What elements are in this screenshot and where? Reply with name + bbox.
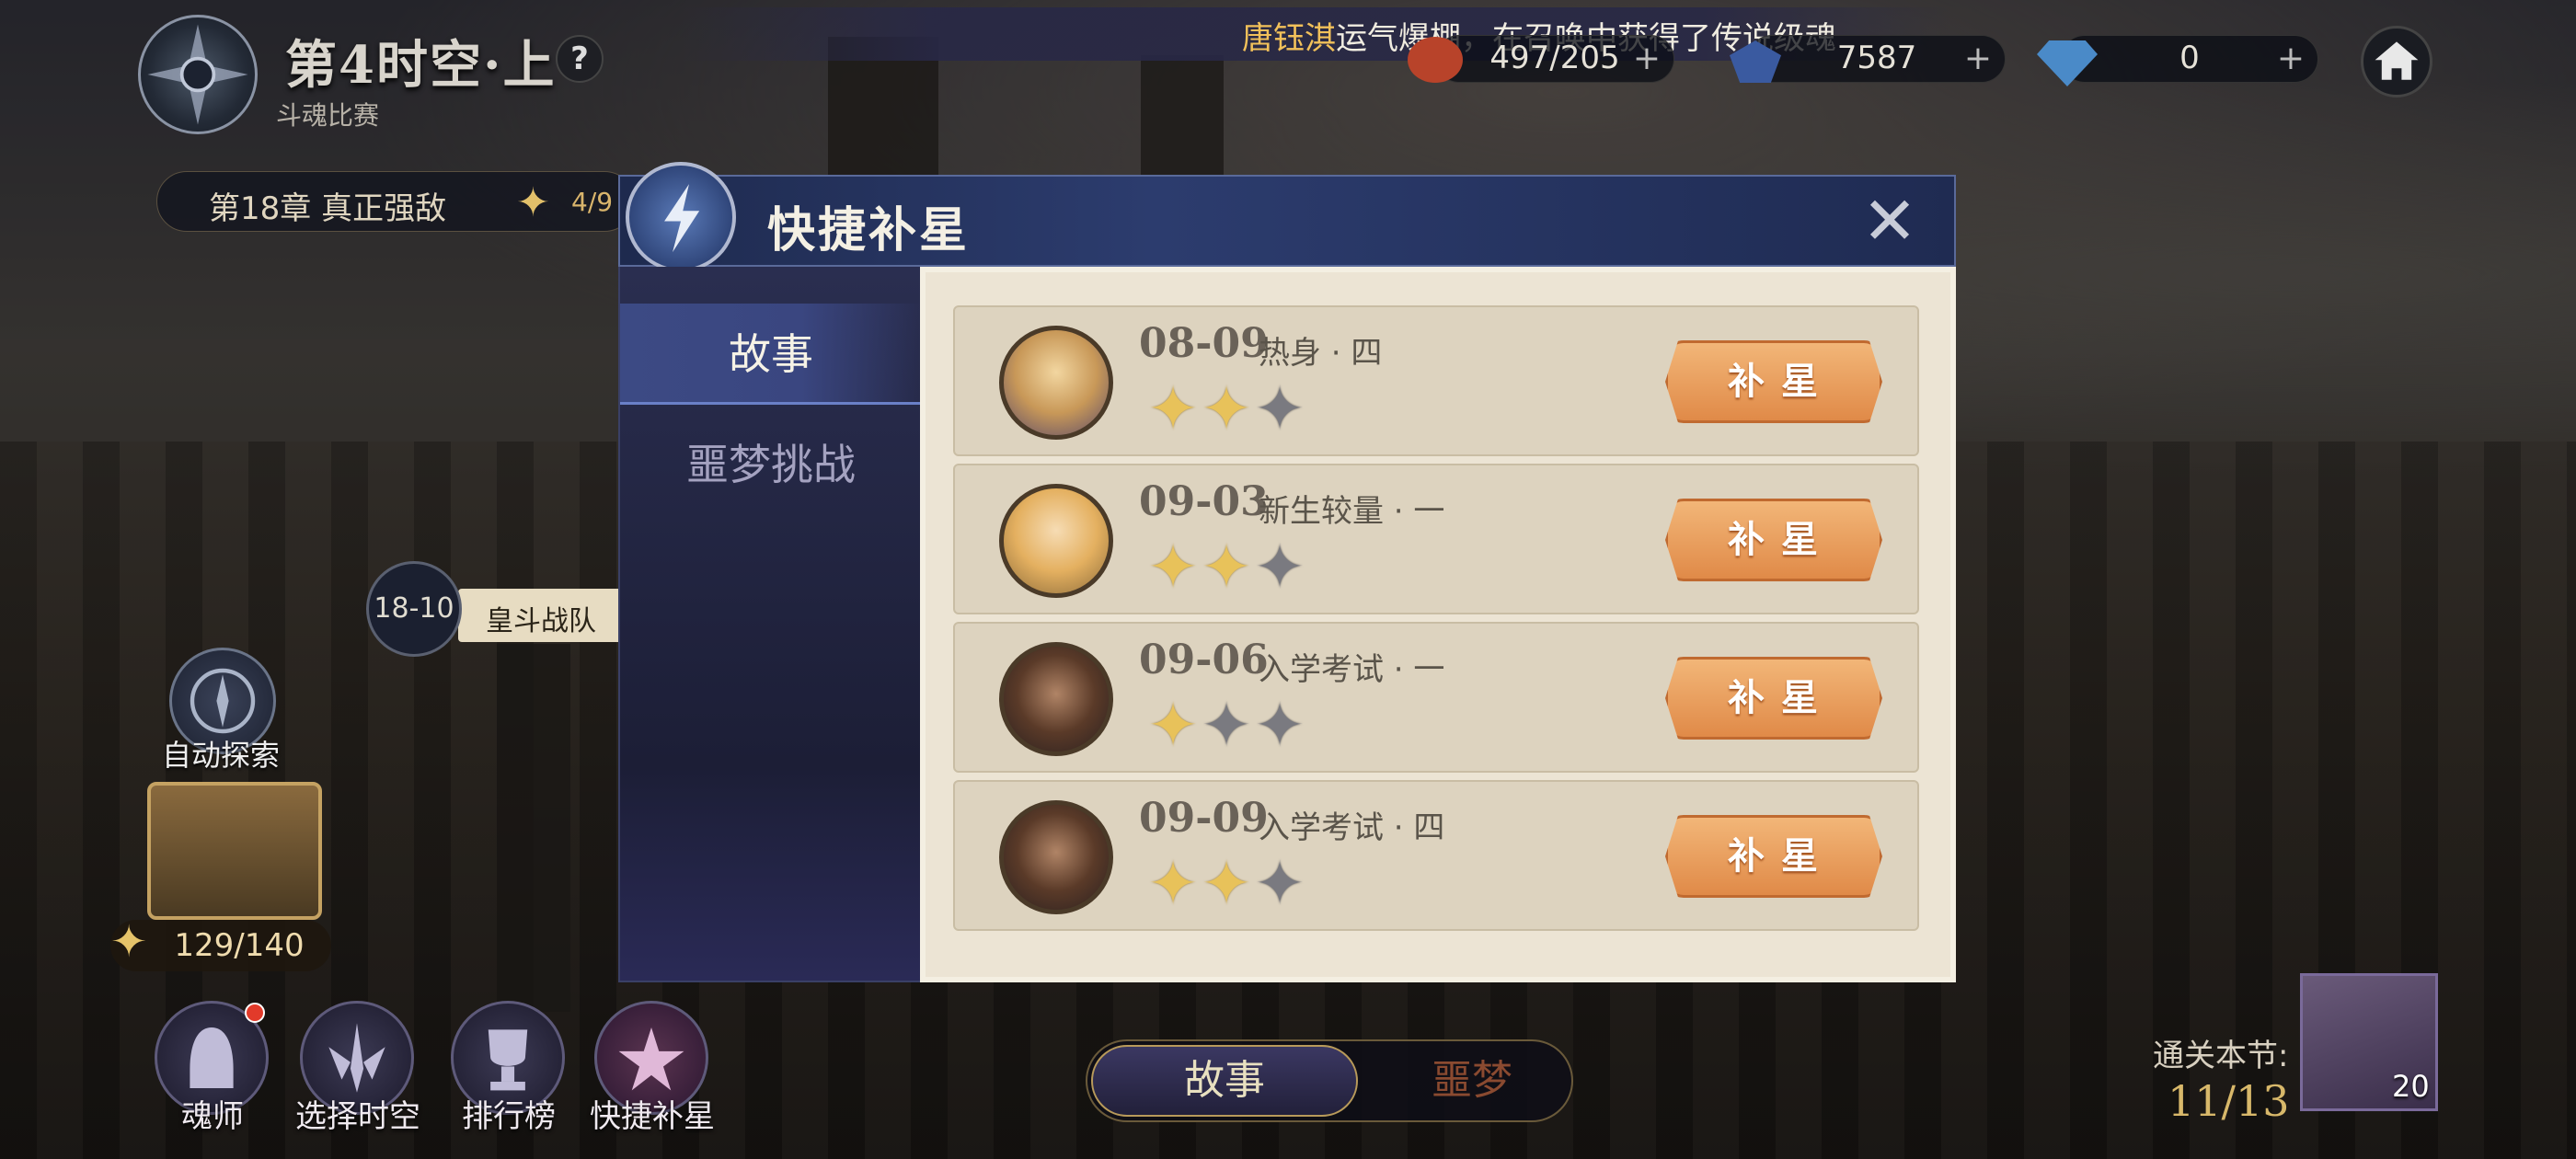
fill-star-button[interactable]: 补星 xyxy=(1665,340,1882,423)
mode-story-tab[interactable]: 故事 xyxy=(1091,1045,1358,1117)
close-button[interactable]: ✕ xyxy=(1857,188,1923,256)
stage-code: 09-06 xyxy=(1139,637,1269,683)
resource-crystal[interactable]: 7587 + xyxy=(1748,35,2006,83)
list-item: 09-03 新生较量 · 一 ✦ ✦ ✦ 补星 xyxy=(953,464,1919,614)
tab-story[interactable]: 故事 xyxy=(620,304,922,405)
plus-icon[interactable]: + xyxy=(1964,40,1992,77)
star-rating: ✦ ✦ ✦ xyxy=(1144,537,1305,598)
stage-code: 08-09 xyxy=(1139,320,1269,367)
list-item: 09-06 入学考试 · 一 ✦ ✦ ✦ 补星 xyxy=(953,622,1919,773)
notification-dot xyxy=(245,1003,265,1023)
era-title: 第4时空·上 xyxy=(285,35,557,96)
star-filled-icon: ✦ xyxy=(1147,373,1199,444)
star-empty-icon: ✦ xyxy=(1254,373,1305,444)
character-avatar xyxy=(999,484,1113,598)
tab-nightmare-challenge[interactable]: 噩梦挑战 xyxy=(620,414,922,515)
help-button[interactable]: ? xyxy=(556,35,604,83)
plus-icon[interactable]: + xyxy=(1633,40,1661,77)
star-filled-icon: ✦ xyxy=(1201,373,1252,444)
close-icon: ✕ xyxy=(1861,182,1918,259)
quick-star-dialog: 快捷补星 ✕ 故事 噩梦挑战 08-09 热身 · 四 ✦ ✦ ✦ 补星 09-03… xyxy=(618,162,1956,982)
home-icon xyxy=(2375,41,2419,80)
mode-nightmare-tab[interactable]: 噩梦 xyxy=(1380,1045,1564,1117)
star-filled-icon: ✦ xyxy=(1147,690,1199,761)
section-clear-label: 通关本节: xyxy=(2153,1038,2289,1074)
nav-label: 选择时空 xyxy=(295,1098,420,1135)
star-filled-icon: ✦ xyxy=(1147,848,1199,919)
dialog-stage-list: 08-09 热身 · 四 ✦ ✦ ✦ 补星 09-03 新生较量 · 一 ✦ ✦ ✦ 补… xyxy=(920,267,1956,982)
resource-diamond[interactable]: 0 + xyxy=(2061,35,2318,83)
chapter-banner[interactable]: 第18章 真正强敌 ✦ 4/9 xyxy=(156,171,635,232)
dialog-emblem-icon xyxy=(626,162,736,272)
section-clear-value: 11/13 xyxy=(2168,1076,2290,1126)
stage-name: 新生较量 · 一 xyxy=(1259,493,1445,530)
stage-node[interactable]: 18-10 xyxy=(366,561,462,657)
fill-star-button[interactable]: 补星 xyxy=(1665,815,1882,898)
broadcast-player-name: 唐钰淇 xyxy=(1242,20,1336,57)
auto-explore-label: 自动探索 xyxy=(162,738,281,773)
star-icon: ✦ xyxy=(110,916,148,968)
dialog-header: 快捷补星 ✕ xyxy=(618,175,1956,267)
plus-icon[interactable]: + xyxy=(2277,40,2305,77)
character-avatar xyxy=(999,800,1113,914)
nav-label: 魂师 xyxy=(181,1098,244,1135)
chapter-progress: 4/9 xyxy=(571,187,614,217)
star-empty-icon: ✦ xyxy=(1254,690,1305,761)
player-level: 20 xyxy=(2392,1069,2430,1104)
star-filled-icon: ✦ xyxy=(1201,532,1252,602)
chapter-label: 第18章 真正强敌 xyxy=(209,190,447,227)
stage-node-label[interactable]: 皇斗战队 xyxy=(458,589,642,642)
star-empty-icon: ✦ xyxy=(1254,848,1305,919)
star-icon: ✦ xyxy=(516,179,550,226)
star-filled-icon: ✦ xyxy=(1201,848,1252,919)
food-icon xyxy=(1408,37,1463,83)
fill-star-button[interactable]: 补星 xyxy=(1665,499,1882,581)
stage-name: 入学考试 · 四 xyxy=(1259,809,1445,846)
nav-label: 快捷补星 xyxy=(590,1098,715,1135)
stage-code: 09-09 xyxy=(1139,795,1269,842)
star-rating: ✦ ✦ ✦ xyxy=(1144,379,1305,440)
star-filled-icon: ✦ xyxy=(1147,532,1199,602)
list-item: 08-09 热身 · 四 ✦ ✦ ✦ 补星 xyxy=(953,305,1919,456)
stage-name: 热身 · 四 xyxy=(1259,335,1383,372)
star-empty-icon: ✦ xyxy=(1254,532,1305,602)
reward-chest-icon[interactable] xyxy=(147,782,322,920)
dialog-sidebar: 故事 噩梦挑战 xyxy=(618,267,922,982)
stage-name: 入学考试 · 一 xyxy=(1259,651,1445,688)
era-subtitle: 斗魂比赛 xyxy=(276,100,380,131)
star-empty-icon: ✦ xyxy=(1201,690,1252,761)
home-button[interactable] xyxy=(2361,26,2432,98)
stage-code: 09-03 xyxy=(1139,478,1269,525)
star-rating: ✦ ✦ ✦ xyxy=(1144,854,1305,914)
resource-food[interactable]: 497/205 + xyxy=(1435,35,1674,83)
dialog-title: 快捷补星 xyxy=(767,202,971,258)
character-avatar xyxy=(999,642,1113,756)
character-avatar xyxy=(999,326,1113,440)
list-item: 09-09 入学考试 · 四 ✦ ✦ ✦ 补星 xyxy=(953,780,1919,931)
star-rating: ✦ ✦ ✦ xyxy=(1144,695,1305,756)
fill-star-button[interactable]: 补星 xyxy=(1665,657,1882,740)
era-compass-icon xyxy=(138,15,258,134)
nav-label: 排行榜 xyxy=(462,1098,556,1135)
